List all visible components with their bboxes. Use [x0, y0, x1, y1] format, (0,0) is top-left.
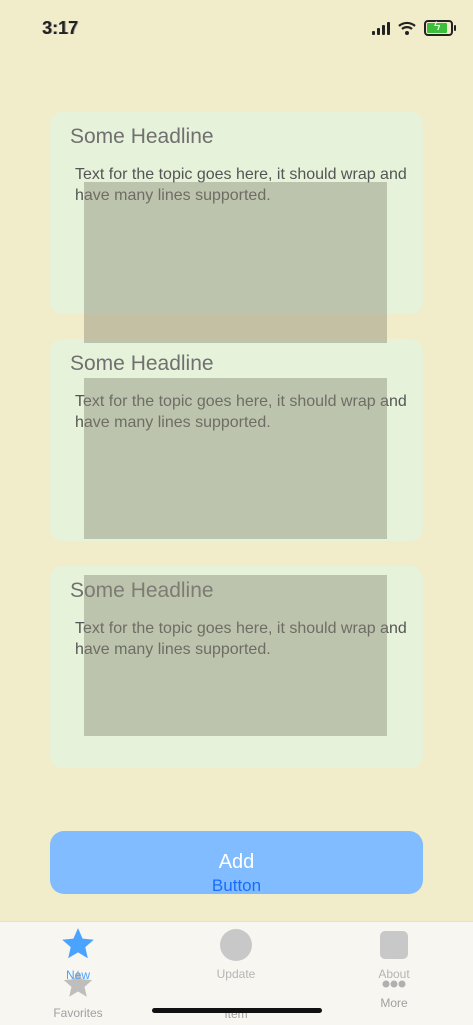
- status-bar: 3:17 ϟ: [0, 0, 473, 60]
- card-headline: Some Headline: [70, 352, 214, 375]
- status-icons: ϟ: [372, 19, 456, 36]
- ghost-tab-label: Favorites: [53, 1006, 103, 1020]
- tab-label: Update: [216, 967, 256, 981]
- add-button[interactable]: Add Button: [50, 831, 423, 896]
- card-image-placeholder: [84, 378, 387, 539]
- wifi-icon: [398, 21, 416, 35]
- card-headline: Some Headline: [70, 125, 214, 148]
- card-image-placeholder: [84, 182, 387, 343]
- button-sublabel[interactable]: Button: [50, 876, 423, 896]
- ghost-tab-label: More: [380, 996, 408, 1010]
- tab-about[interactable]: About: [349, 928, 439, 981]
- status-time: 3:17: [42, 18, 79, 38]
- tab-update[interactable]: Update: [191, 928, 281, 981]
- tab-label: About: [378, 967, 410, 981]
- add-button-label: Add: [218, 851, 255, 873]
- battery-icon: ϟ: [424, 19, 456, 36]
- ghost-tab-more: More: [349, 977, 439, 1010]
- tab-new[interactable]: New: [33, 925, 123, 982]
- tab-label: New: [65, 968, 90, 982]
- card-image-placeholder: [84, 575, 387, 736]
- star-icon: [62, 928, 94, 959]
- home-indicator: [152, 1008, 322, 1013]
- cellular-signal-icon: [372, 21, 390, 35]
- square-icon: [380, 931, 408, 959]
- circle-icon: [220, 929, 252, 961]
